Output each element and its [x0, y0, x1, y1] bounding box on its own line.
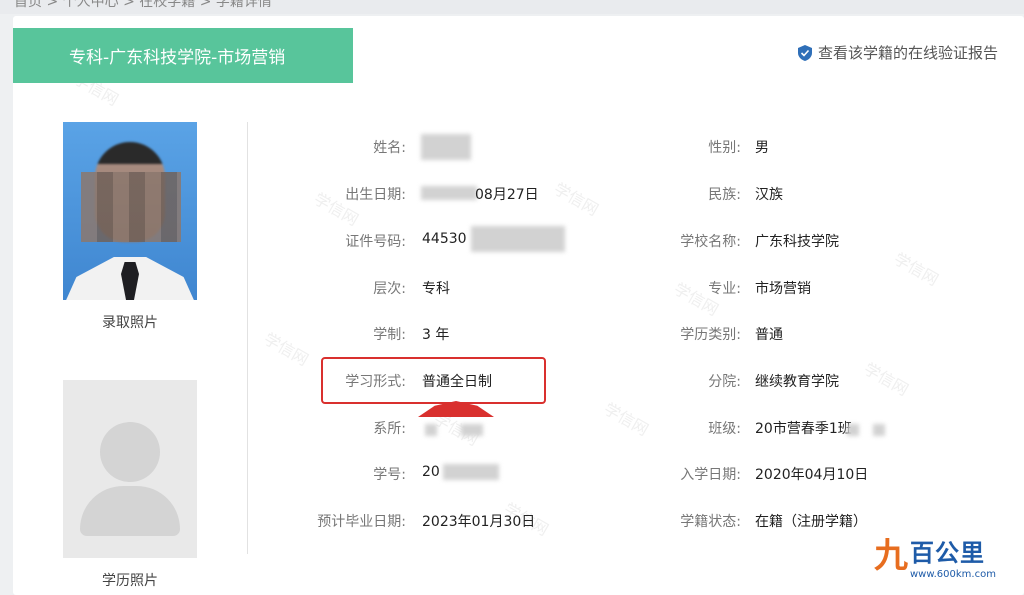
- field-value-expected-graduation: 2023年01月30日: [422, 514, 536, 530]
- field-label-ethnicity: 民族:: [708, 187, 741, 203]
- admission-photo: [63, 122, 197, 300]
- edu-photo-caption: 学历照片: [102, 573, 158, 589]
- redacted-value: [425, 424, 437, 436]
- field-value-gender: 男: [755, 140, 769, 156]
- record-title: 专科-广东科技学院-市场营销: [69, 48, 286, 68]
- field-value-major: 市场营销: [755, 281, 811, 297]
- watermark: 学信网: [550, 179, 602, 220]
- watermark: 学信网: [260, 329, 312, 370]
- field-label-branch: 分院:: [708, 374, 741, 390]
- field-label-gender: 性别:: [708, 140, 741, 156]
- field-value-ethnicity: 汉族: [755, 187, 783, 203]
- watermark: 学信网: [890, 249, 942, 290]
- field-value-student-id: 20: [422, 464, 440, 480]
- field-value-birthdate: 08月27日: [475, 187, 539, 203]
- shield-check-icon: [797, 44, 812, 61]
- field-value-branch: 继续教育学院: [755, 374, 839, 390]
- field-label-birthdate: 出生日期:: [345, 187, 406, 203]
- field-label-name: 姓名:: [373, 140, 406, 156]
- redacted-value: [873, 424, 885, 436]
- watermark: 学信网: [600, 399, 652, 440]
- study-mode-highlight: [321, 357, 546, 404]
- breadcrumb-strip: 首页 > 个人中心 > 在校学籍 > 学籍详情: [0, 0, 1024, 14]
- field-value-class: 20市营春季1班: [755, 421, 852, 437]
- field-value-duration: 3 年: [422, 327, 450, 343]
- logo-mark: 九: [874, 536, 908, 576]
- record-title-tab: 专科-广东科技学院-市场营销: [13, 28, 353, 83]
- field-value-level: 专科: [422, 281, 450, 297]
- field-label-class: 班级:: [708, 421, 741, 437]
- field-label-enrollment-date: 入学日期:: [680, 467, 741, 483]
- column-divider: [247, 122, 248, 554]
- field-label-major: 专业:: [708, 281, 741, 297]
- admission-photo-caption: 录取照片: [102, 315, 158, 331]
- field-label-school-name: 学校名称:: [680, 234, 741, 250]
- breadcrumb: 首页 > 个人中心 > 在校学籍 > 学籍详情: [14, 0, 272, 10]
- redacted-value: [461, 424, 483, 436]
- site-logo: 九 百公里 www.600km.com: [874, 537, 1014, 585]
- field-label-expected-graduation: 预计毕业日期:: [317, 514, 406, 530]
- field-label-education-type: 学历类别:: [680, 327, 741, 343]
- verify-report-link[interactable]: 查看该学籍的在线验证报告: [797, 42, 998, 63]
- field-label-enrollment-status: 学籍状态:: [680, 514, 741, 530]
- watermark: 学信网: [860, 359, 912, 400]
- redacted-value: [443, 464, 499, 480]
- redacted-value: [471, 226, 565, 252]
- field-value-education-type: 普通: [755, 327, 783, 343]
- redacted-value: [847, 424, 859, 436]
- verify-report-label: 查看该学籍的在线验证报告: [817, 44, 998, 62]
- field-value-enrollment-date: 2020年04月10日: [755, 467, 869, 483]
- logo-site-url: www.600km.com: [910, 569, 996, 580]
- field-label-level: 层次:: [373, 281, 406, 297]
- logo-brand: 百公里: [910, 539, 985, 567]
- student-record-card: 学信网 学信网 学信网 学信网 学信网 学信网 学信网 学信网 学信网 学信网 …: [13, 16, 1024, 595]
- field-label-department: 系所:: [373, 421, 406, 437]
- field-label-id-number: 证件号码:: [345, 234, 406, 250]
- photo-column: 录取照片 学历照片: [63, 122, 197, 590]
- avatar-placeholder-icon: [100, 422, 160, 482]
- field-label-duration: 学制:: [373, 327, 406, 343]
- field-label-student-id: 学号:: [373, 467, 406, 483]
- redacted-value: [421, 134, 471, 160]
- edu-photo-placeholder: [63, 380, 197, 558]
- field-value-school-name: 广东科技学院: [755, 234, 839, 250]
- redacted-value: [421, 186, 477, 200]
- field-value-id-number: 44530: [422, 231, 467, 247]
- field-value-enrollment-status: 在籍（注册学籍）: [755, 514, 867, 530]
